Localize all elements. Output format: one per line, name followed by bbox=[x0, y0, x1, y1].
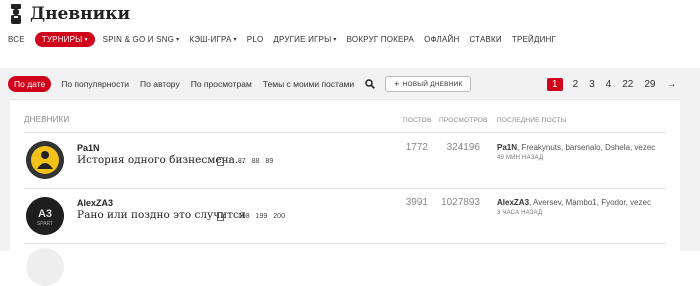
tab-by-author[interactable]: По автору bbox=[140, 79, 180, 89]
page-1[interactable]: 1 bbox=[547, 77, 563, 91]
chevron-down-icon: ▾ bbox=[333, 36, 337, 43]
nav-item-trading[interactable]: ТРЕЙДИНГ bbox=[512, 35, 556, 44]
next-page-arrow-icon[interactable]: → bbox=[667, 79, 677, 90]
nav-item-other-games[interactable]: ДРУГИЕ ИГРЫ ▾ bbox=[273, 35, 336, 44]
pagination: 1 2 3 4 22 29 → bbox=[547, 77, 688, 91]
diary-page-link[interactable]: 89 bbox=[266, 158, 274, 165]
new-diary-button[interactable]: + НОВЫЙ ДНЕВНИК bbox=[385, 76, 472, 92]
tab-by-date[interactable]: По дате bbox=[8, 76, 52, 92]
page-2[interactable]: 2 bbox=[573, 79, 579, 90]
diary-page-link[interactable]: 200 bbox=[273, 213, 285, 220]
posts-count: 1772 bbox=[405, 142, 428, 153]
nav-item-tournaments[interactable]: ТУРНИРЫ ▾ bbox=[34, 31, 95, 47]
avatar-a3-sport-icon: A3 SPART bbox=[26, 197, 64, 235]
nav-item-around-poker[interactable]: ВОКРУГ ПОКЕРА bbox=[347, 35, 414, 44]
diary-page-link[interactable]: 199 bbox=[256, 213, 268, 220]
page-title[interactable]: Дневники bbox=[30, 4, 130, 24]
document-icon bbox=[217, 157, 224, 166]
author-name[interactable]: Pa1N bbox=[77, 143, 100, 153]
tab-my-posts[interactable]: Темы с моими постами bbox=[263, 79, 354, 89]
last-posters: Pa1N, Freakynuts, barsenalo, Dshela, vez… bbox=[497, 143, 655, 152]
page-3[interactable]: 3 bbox=[589, 79, 595, 90]
chevron-down-icon: ▾ bbox=[176, 36, 180, 43]
avatar[interactable] bbox=[26, 248, 64, 286]
last-poster-link[interactable]: Pa1N bbox=[497, 143, 517, 152]
site-header: Дневники ВСЕ ТУРНИРЫ ▾ SPIN & GO И SNG ▾ К… bbox=[0, 0, 700, 68]
avatar[interactable] bbox=[26, 141, 64, 179]
nav-item-plo[interactable]: PLO bbox=[247, 35, 264, 44]
last-posters-list[interactable]: , Aversev, Mambo1, Fyodor, vezec bbox=[529, 198, 651, 207]
last-posters-list[interactable]: , Freakynuts, barsenalo, Dshela, vezec bbox=[517, 143, 655, 152]
diary-page-link[interactable]: 87 bbox=[238, 158, 246, 165]
column-header-views: ПРОСМОТРОВ bbox=[439, 117, 488, 124]
chevron-down-icon: ▾ bbox=[84, 36, 88, 43]
views-count: 324196 bbox=[446, 142, 480, 153]
svg-text:A3: A3 bbox=[38, 208, 52, 220]
last-posters: AlexZA3, Aversev, Mambo1, Fyodor, vezec bbox=[497, 198, 651, 207]
diary-page-link[interactable]: 1 bbox=[228, 158, 232, 165]
column-header-last-posts: ПОСЛЕДНИЕ ПОСТЫ bbox=[497, 117, 567, 124]
svg-text:SPART: SPART bbox=[37, 221, 53, 227]
document-icon bbox=[217, 212, 224, 221]
diaries-table: ДНЕВНИКИ ПОСТОВ ПРОСМОТРОВ ПОСЛЕДНИЕ ПОС… bbox=[10, 99, 680, 286]
diary-pages: 1 87 88 89 bbox=[217, 157, 279, 166]
chevron-down-icon: ▾ bbox=[233, 36, 237, 43]
nav-item-offline[interactable]: ОФЛАЙН bbox=[424, 35, 459, 44]
divider bbox=[24, 188, 666, 189]
search-icon[interactable] bbox=[365, 79, 376, 89]
author-name[interactable]: AlexZA3 bbox=[77, 198, 113, 208]
nav-item-cash[interactable]: КЭШ-ИГРА ▾ bbox=[189, 35, 236, 44]
nav-item-spin-sng[interactable]: SPIN & GO И SNG ▾ bbox=[103, 35, 180, 44]
tab-by-popularity[interactable]: По популярности bbox=[61, 79, 129, 89]
plus-icon: + bbox=[394, 79, 400, 89]
nav-item-all[interactable]: ВСЕ bbox=[8, 35, 25, 44]
page-4[interactable]: 4 bbox=[606, 79, 612, 90]
last-poster-link[interactable]: AlexZA3 bbox=[497, 198, 529, 207]
avatar[interactable]: A3 SPART bbox=[26, 197, 64, 235]
views-count: 1027893 bbox=[441, 197, 480, 208]
divider bbox=[24, 132, 666, 133]
divider bbox=[24, 243, 666, 244]
column-header-diaries: ДНЕВНИКИ bbox=[24, 115, 70, 124]
diary-pages: 1 198 199 200 bbox=[217, 212, 291, 221]
page-22[interactable]: 22 bbox=[622, 79, 633, 90]
diary-page-link[interactable]: 88 bbox=[252, 158, 260, 165]
column-header-posts: ПОСТОВ bbox=[403, 117, 432, 124]
posts-count: 3991 bbox=[405, 197, 428, 208]
nav-item-betting[interactable]: СТАВКИ bbox=[469, 35, 501, 44]
tab-by-views[interactable]: По просмотрам bbox=[191, 79, 252, 89]
diary-page-link[interactable]: 198 bbox=[238, 213, 250, 220]
category-nav: ВСЕ ТУРНИРЫ ▾ SPIN & GO И SNG ▾ КЭШ-ИГРА ▾ … bbox=[8, 31, 566, 47]
page-29[interactable]: 29 bbox=[644, 79, 655, 90]
last-post-time: 49 МИН НАЗАД bbox=[497, 155, 544, 161]
sort-tabs: По дате По популярности По автору По про… bbox=[8, 76, 472, 92]
avatar-yellow-figure-icon bbox=[26, 141, 64, 179]
diary-page-link[interactable]: 1 bbox=[228, 213, 232, 220]
chef-figure-icon bbox=[11, 4, 21, 24]
last-post-time: 3 ЧАСА НАЗАД bbox=[497, 210, 543, 216]
